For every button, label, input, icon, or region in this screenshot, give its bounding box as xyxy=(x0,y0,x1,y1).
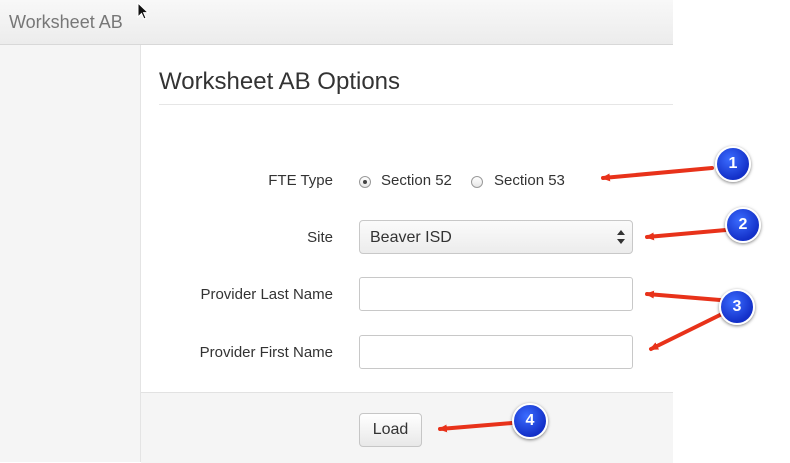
top-navbar: Worksheet AB xyxy=(0,0,673,45)
select-arrows-icon xyxy=(617,230,625,244)
provider-last-name-input[interactable] xyxy=(359,277,633,311)
annotation-badge-1: 1 xyxy=(715,146,751,182)
app-title[interactable]: Worksheet AB xyxy=(9,12,123,33)
radio-section-52-label[interactable]: Section 52 xyxy=(381,172,452,189)
site-select-value: Beaver ISD xyxy=(370,229,452,246)
annotation-arrow-2 xyxy=(645,228,728,241)
title-divider xyxy=(159,104,673,105)
annotation-badge-3: 3 xyxy=(719,289,755,325)
provider-first-name-label: Provider First Name xyxy=(199,344,333,361)
annotation-arrow-3b xyxy=(649,312,724,351)
radio-section-52[interactable] xyxy=(359,176,371,188)
page-title: Worksheet AB Options xyxy=(159,68,401,95)
annotation-badge-4: 4 xyxy=(512,403,548,439)
mouse-pointer-icon xyxy=(137,2,150,20)
site-select[interactable]: Beaver ISD xyxy=(359,220,633,254)
provider-first-name-input[interactable] xyxy=(359,335,633,369)
sidebar xyxy=(0,45,141,462)
site-label: Site xyxy=(307,229,333,246)
load-button[interactable]: Load xyxy=(359,413,422,447)
annotation-arrow-1 xyxy=(601,166,714,182)
provider-last-name-label: Provider Last Name xyxy=(200,286,333,303)
fte-type-label: FTE Type xyxy=(268,172,333,189)
radio-section-53[interactable] xyxy=(471,176,483,188)
radio-section-53-label[interactable]: Section 53 xyxy=(494,172,565,189)
annotation-arrow-3a xyxy=(645,290,722,302)
annotation-badge-2: 2 xyxy=(725,207,761,243)
